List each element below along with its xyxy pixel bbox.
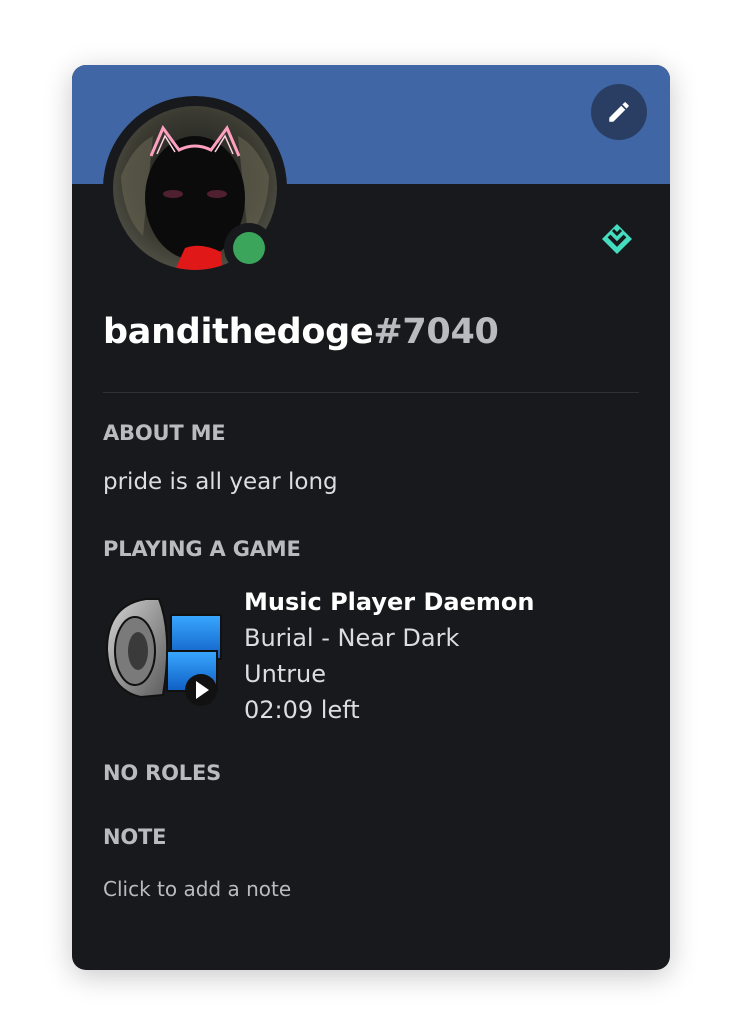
activity-heading: PLAYING A GAME	[103, 537, 301, 561]
note-heading: NOTE	[103, 825, 167, 849]
activity-details: Music Player Daemon Burial - Near Dark U…	[244, 584, 534, 728]
username-discriminator: #7040	[373, 312, 499, 352]
activity-details-line: Burial - Near Dark	[244, 624, 460, 652]
username-name: bandithedoge	[103, 312, 374, 352]
online-status-dot	[233, 232, 265, 264]
roles-heading: NO ROLES	[103, 761, 222, 785]
divider	[103, 392, 639, 393]
avatar-container[interactable]	[103, 96, 287, 280]
edit-profile-button[interactable]	[591, 84, 647, 140]
about-me-text: pride is all year long	[103, 469, 338, 495]
profile-card: bandithedoge#7040 ABOUT ME pride is all …	[72, 65, 670, 970]
about-me-heading: ABOUT ME	[103, 421, 226, 445]
hypesquad-badge-icon[interactable]	[599, 221, 635, 257]
activity-state: Untrue	[244, 660, 327, 688]
activity-time-left: 02:09 left	[244, 696, 360, 724]
note-input[interactable]: Click to add a note	[103, 877, 291, 901]
username[interactable]: bandithedoge#7040	[103, 312, 499, 352]
activity-name: Music Player Daemon	[244, 588, 535, 616]
status-indicator	[224, 223, 274, 273]
speaker-monitor-play-icon	[101, 595, 225, 707]
pencil-icon	[609, 102, 629, 122]
